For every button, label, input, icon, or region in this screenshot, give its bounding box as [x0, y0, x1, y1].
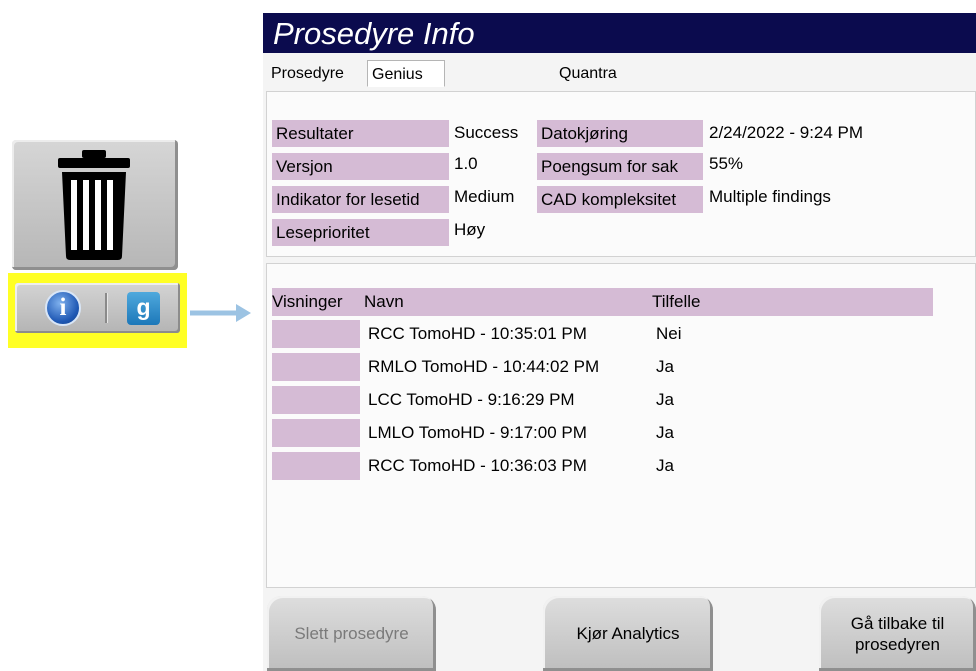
back-to-procedure-button[interactable]: Gå tilbake til prosedyren [819, 596, 976, 671]
delete-procedure-label: Slett prosedyre [294, 624, 409, 643]
table-header: Visninger Navn Tilfelle [272, 288, 933, 316]
row-navn: LCC TomoHD - 9:16:29 PM [368, 390, 575, 409]
header-navn: Navn [364, 292, 404, 311]
header-tilfelle: Tilfelle [652, 292, 701, 311]
run-analytics-label: Kjør Analytics [576, 624, 680, 643]
indikator-label: Indikator for lesetid [272, 186, 449, 213]
view-thumbnail-cell [272, 386, 360, 414]
cad-label: CAD kompleksitet [537, 186, 703, 213]
view-thumbnail-cell [272, 419, 360, 447]
views-panel: Visninger Navn Tilfelle RCC TomoHD - 10:… [266, 263, 976, 588]
back-to-procedure-label: Gå tilbake til prosedyren [851, 613, 945, 655]
cad-value: Multiple findings [709, 187, 831, 206]
row-tilfelle: Ja [656, 456, 674, 475]
row-tilfelle: Nei [656, 324, 682, 343]
versjon-label: Versjon [272, 153, 449, 180]
tab-genius-ai-detection[interactable]: Genius AI Detection [367, 60, 445, 139]
tab-quantra-3d[interactable]: Quantra 3D [555, 60, 621, 110]
row-navn: RCC TomoHD - 10:36:03 PM [368, 456, 587, 475]
summary-panel: Resultater Success Datokjøring 2/24/2022… [266, 91, 976, 257]
view-thumbnail-cell [272, 320, 360, 348]
row-tilfelle: Ja [656, 390, 674, 409]
back-label-line1: Gå tilbake til [850, 613, 945, 633]
delete-procedure-button[interactable]: Slett prosedyre [267, 596, 436, 671]
trash-icon [58, 150, 130, 260]
leseprioritet-label: Leseprioritet [272, 219, 449, 246]
genius-icon[interactable]: g [127, 292, 160, 325]
poengsum-label: Poengsum for sak [537, 153, 703, 180]
arrow-icon [190, 304, 251, 322]
delete-tile[interactable] [12, 140, 178, 270]
window-title: Prosedyre Info [273, 16, 475, 51]
resultater-label: Resultater [272, 120, 449, 147]
bar-divider [105, 293, 108, 323]
back-label-line2: prosedyren [854, 634, 941, 654]
versjon-value: 1.0 [454, 154, 478, 173]
datokjoring-value: 2/24/2022 - 9:24 PM [709, 123, 864, 142]
icon-button-bar: i g [15, 283, 180, 333]
screen: i g Prosedyre Info Prosedyre Genius AI D… [0, 0, 976, 671]
title-bar: Prosedyre Info [263, 13, 976, 53]
poengsum-value: 55% [709, 154, 744, 173]
datokjoring-label: Datokjøring [537, 120, 703, 147]
row-navn: RMLO TomoHD - 10:44:02 PM [368, 357, 600, 376]
info-icon[interactable]: i [45, 290, 81, 326]
row-navn: RCC TomoHD - 10:35:01 PM [368, 324, 587, 343]
leseprioritet-value: Høy [454, 220, 486, 239]
view-thumbnail-cell [272, 452, 360, 480]
indikator-value: Medium [454, 187, 515, 206]
row-navn: LMLO TomoHD - 9:17:00 PM [368, 423, 587, 442]
row-tilfelle: Ja [656, 357, 674, 376]
header-visninger: Visninger [272, 292, 343, 311]
run-analytics-button[interactable]: Kjør Analytics [543, 596, 713, 671]
resultater-value: Success [454, 123, 519, 142]
procedure-info-window: Prosedyre Info Prosedyre Genius AI Detec… [263, 13, 976, 671]
highlight-box: i g [8, 273, 187, 348]
tab-prosedyre[interactable]: Prosedyre [267, 60, 348, 88]
view-thumbnail-cell [272, 353, 360, 381]
row-tilfelle: Ja [656, 423, 674, 442]
